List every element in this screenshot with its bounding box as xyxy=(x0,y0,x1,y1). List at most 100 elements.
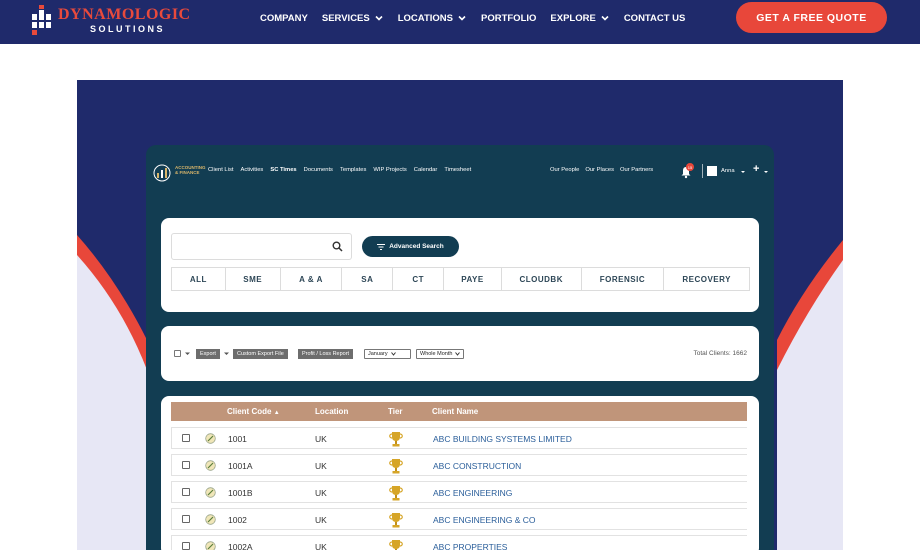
app-logo-text: ACCOUNTING & FINANCE xyxy=(175,165,206,175)
table-row[interactable]: 1002 UK ABC ENGINEERING & CO xyxy=(171,508,747,530)
chevron-down-icon xyxy=(458,15,466,21)
nav-explore-label: EXPLORE xyxy=(550,12,596,24)
app-logo-line-2: & FINANCE xyxy=(175,170,200,175)
menu-sc-times[interactable]: SC Times xyxy=(270,167,296,173)
tab-sme[interactable]: SME xyxy=(226,268,281,290)
gold-trophy-icon xyxy=(389,432,403,447)
nav-explore[interactable]: EXPLORE xyxy=(550,13,609,24)
caret-down-icon[interactable] xyxy=(224,351,229,356)
cell-client-name[interactable]: ABC PROPERTIES xyxy=(433,542,507,550)
menu-calendar[interactable]: Calendar xyxy=(414,167,438,173)
category-tabs: ALL SME A & A SA CT PAYE CLOUDBK FORENSI… xyxy=(171,267,750,291)
cell-location: UK xyxy=(315,515,327,525)
profit-loss-group: Profit / Loss Report xyxy=(298,348,354,359)
tab-recovery[interactable]: RECOVERY xyxy=(664,268,749,290)
month-select[interactable]: January xyxy=(364,348,411,359)
edit-status-icon[interactable] xyxy=(205,514,216,525)
table-row[interactable]: 1001B UK ABC ENGINEERING xyxy=(171,481,747,503)
month-select-value: January xyxy=(368,350,388,357)
gold-trophy-icon xyxy=(389,540,403,550)
custom-export-group: Custom Export File xyxy=(233,348,288,359)
cell-location: UK xyxy=(315,461,327,471)
logo-tagline: SOLUTIONS xyxy=(90,24,166,34)
search-input[interactable] xyxy=(171,233,352,260)
export-group: Export xyxy=(196,348,220,359)
column-location[interactable]: Location xyxy=(315,407,348,416)
period-select[interactable]: Whole Month xyxy=(416,348,465,359)
checkbox[interactable] xyxy=(174,350,181,357)
main-nav: COMPANY SERVICES LOCATIONS PORTFOLIO EXP… xyxy=(260,0,685,36)
nav-contact-us[interactable]: CONTACT US xyxy=(624,13,686,24)
tab-ct[interactable]: CT xyxy=(393,268,445,290)
tab-all[interactable]: ALL xyxy=(172,268,226,290)
app-logo[interactable]: ACCOUNTING & FINANCE xyxy=(153,162,207,184)
cell-client-name[interactable]: ABC ENGINEERING xyxy=(433,488,512,498)
edit-status-icon[interactable] xyxy=(205,460,216,471)
select-all-checkbox[interactable] xyxy=(174,348,181,359)
table-row[interactable]: 1001A UK ABC CONSTRUCTION xyxy=(171,454,747,476)
gold-trophy-icon xyxy=(389,513,403,528)
menu-activities[interactable]: Activities xyxy=(240,167,263,173)
get-quote-button[interactable]: GET A FREE QUOTE xyxy=(736,2,887,33)
tab-forensic[interactable]: FORENSIC xyxy=(582,268,665,290)
search-icon[interactable] xyxy=(332,241,343,252)
tab-sa[interactable]: SA xyxy=(342,268,394,290)
cell-client-name[interactable]: ABC ENGINEERING & CO xyxy=(433,515,536,525)
tab-a-and-a[interactable]: A & A xyxy=(281,268,343,290)
column-tier[interactable]: Tier xyxy=(388,407,403,416)
filter-icon xyxy=(377,243,386,250)
notification-badge: 15 xyxy=(686,163,694,171)
period-select-group: Whole Month xyxy=(416,348,465,359)
cell-client-code: 1001A xyxy=(228,461,253,471)
column-client-code[interactable]: Client Code ▲ xyxy=(227,407,280,416)
nav-locations-label: LOCATIONS xyxy=(397,12,453,24)
menu-documents[interactable]: Documents xyxy=(304,167,333,173)
add-button[interactable]: + xyxy=(753,163,759,175)
column-client-code-label: Client Code xyxy=(227,407,272,416)
row-checkbox[interactable] xyxy=(182,461,190,469)
app-main-menu: Client List Activities SC Times Document… xyxy=(208,167,471,173)
nav-contact-label: CONTACT US xyxy=(623,12,686,24)
caret-down-icon[interactable] xyxy=(764,170,768,174)
edit-status-icon[interactable] xyxy=(205,433,216,444)
menu-wip-projects[interactable]: WIP Projects xyxy=(373,167,406,173)
column-client-name[interactable]: Client Name xyxy=(432,407,478,416)
cell-client-name[interactable]: ABC CONSTRUCTION xyxy=(433,461,521,471)
nav-portfolio[interactable]: PORTFOLIO xyxy=(481,13,536,24)
chart-logo-icon xyxy=(153,164,171,182)
row-checkbox[interactable] xyxy=(182,515,190,523)
caret-down-icon[interactable] xyxy=(741,170,745,174)
edit-status-icon[interactable] xyxy=(205,487,216,498)
avatar[interactable] xyxy=(707,166,717,176)
company-logo[interactable]: DYNAMOLOGIC SOLUTIONS xyxy=(30,2,190,40)
nav-services[interactable]: SERVICES xyxy=(322,13,384,24)
nav-company[interactable]: COMPANY xyxy=(260,13,308,24)
row-checkbox[interactable] xyxy=(182,542,190,550)
menu-client-list[interactable]: Client List xyxy=(208,167,233,173)
caret-down-icon[interactable] xyxy=(185,351,190,356)
row-checkbox[interactable] xyxy=(182,488,190,496)
row-checkbox[interactable] xyxy=(182,434,190,442)
table-row[interactable]: 1001 UK ABC BUILDING SYSTEMS LIMITED xyxy=(171,427,747,449)
menu-timesheet[interactable]: Timesheet xyxy=(444,167,471,173)
cell-client-name[interactable]: ABC BUILDING SYSTEMS LIMITED xyxy=(433,434,572,444)
chevron-down-icon xyxy=(390,351,396,356)
edit-status-icon[interactable] xyxy=(205,541,216,550)
tab-cloudbk[interactable]: CLOUDBK xyxy=(502,268,582,290)
export-button[interactable]: Export xyxy=(196,348,220,359)
custom-export-button[interactable]: Custom Export File xyxy=(233,348,288,359)
menu-templates[interactable]: Templates xyxy=(340,167,366,173)
cell-location: UK xyxy=(315,434,327,444)
advanced-search-button[interactable]: Advanced Search xyxy=(362,236,459,257)
link-our-partners[interactable]: Our Partners xyxy=(620,167,653,173)
link-our-people[interactable]: Our People xyxy=(550,167,579,173)
profit-loss-button[interactable]: Profit / Loss Report xyxy=(298,348,354,359)
link-our-places[interactable]: Our Places xyxy=(585,167,614,173)
nav-locations[interactable]: LOCATIONS xyxy=(398,13,467,24)
cell-client-code: 1002 xyxy=(228,515,247,525)
table-row[interactable]: 1002A UK ABC PROPERTIES xyxy=(171,535,747,550)
divider xyxy=(702,164,703,178)
user-name[interactable]: Anna xyxy=(721,168,735,174)
tab-paye[interactable]: PAYE xyxy=(444,268,502,290)
gold-trophy-icon xyxy=(389,459,403,474)
